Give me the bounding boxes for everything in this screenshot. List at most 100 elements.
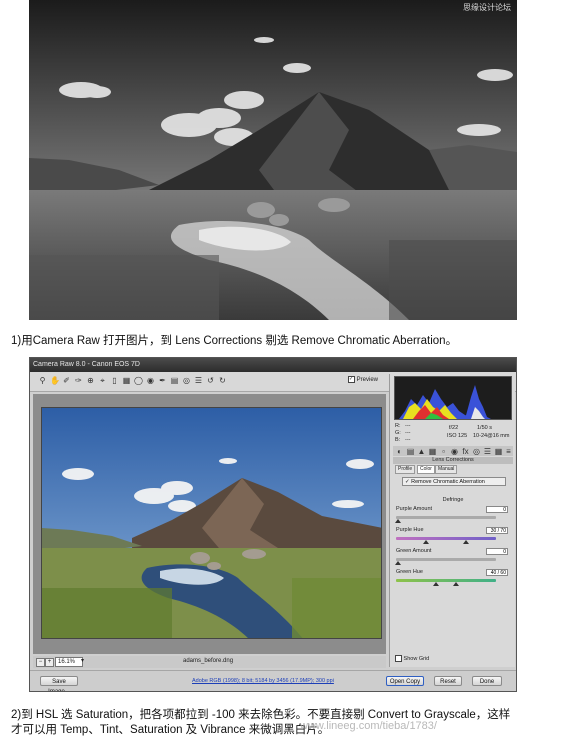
camera-raw-window: Camera Raw 8.0 - Canon EOS 7D ⚲ ✋ ✐ ✑ ⊕ … xyxy=(29,357,517,692)
hsl-panel-icon[interactable]: ▦ xyxy=(428,447,437,456)
targeted-adjust-tool-icon[interactable]: ⊕ xyxy=(86,376,95,385)
defringe-sliders: Purple Amount 0 Purple Hue 30 / 70 Green Amo… xyxy=(395,506,510,590)
lens-corrections-tabs: Profile Color Manual xyxy=(393,465,513,474)
checkbox-checked-icon: ✓ xyxy=(348,376,355,383)
rotate-right-icon[interactable]: ↻ xyxy=(218,376,227,385)
checkbox-icon xyxy=(395,655,402,662)
shutter-value: 1/50 s xyxy=(477,425,492,431)
remove-chromatic-aberration-checkbox[interactable]: ✓ Remove Chromatic Aberration xyxy=(402,477,506,486)
aperture-value: f/22 xyxy=(449,425,459,431)
show-grid-label: Show Grid xyxy=(403,655,430,662)
white-balance-tool-icon[interactable]: ✐ xyxy=(62,376,71,385)
b-value: --- xyxy=(405,437,411,443)
slider-row: Purple Amount 0 xyxy=(395,506,510,527)
focal-length-value: 10-24@16 mm xyxy=(473,433,510,439)
slider-thumb[interactable] xyxy=(395,519,401,523)
preview-checkbox[interactable]: ✓ Preview xyxy=(348,376,378,383)
show-grid-checkbox[interactable]: Show Grid xyxy=(395,655,429,662)
detail-panel-icon[interactable]: ▲ xyxy=(417,447,426,456)
slider-track[interactable] xyxy=(396,537,496,540)
slider-value-field[interactable]: 40 / 60 xyxy=(486,569,508,576)
r-value: --- xyxy=(405,423,411,429)
snapshots-icon[interactable]: ▦ xyxy=(494,447,503,456)
chevron-down-icon[interactable]: ▾ xyxy=(81,657,84,664)
iso-value: ISO 125 xyxy=(447,433,468,439)
color-landscape-photo xyxy=(41,407,382,639)
panel-menu-icon[interactable]: ≡ xyxy=(504,447,513,456)
watermark-logo: 思缘设计论坛 xyxy=(463,3,511,12)
zoom-out-icon[interactable]: − xyxy=(36,658,45,667)
slider-thumb[interactable] xyxy=(463,540,469,544)
panel-title: Lens Corrections xyxy=(393,457,513,464)
crop-tool-icon[interactable]: ⌖ xyxy=(98,376,107,385)
straighten-tool-icon[interactable]: ▯ xyxy=(110,376,119,385)
slider-label: Purple Amount xyxy=(396,506,433,512)
defringe-heading: Defringe xyxy=(442,497,464,503)
step2-instruction-line2: 才可以用 Temp、Tint、Saturation 及 Vibrance 来微调… xyxy=(11,724,330,736)
transform-tool-icon[interactable]: ▦ xyxy=(122,376,131,385)
slider-track[interactable] xyxy=(396,558,496,561)
zoom-bar: − + 16.1% ▾ adams_before.dng xyxy=(33,656,386,668)
red-eye-tool-icon[interactable]: ◉ xyxy=(146,376,155,385)
slider-track[interactable] xyxy=(396,516,496,519)
watermark-url: www.lineeg.com/tieba/1783/ xyxy=(300,720,437,732)
spot-removal-tool-icon[interactable]: ◯ xyxy=(134,376,143,385)
remove-ca-label: Remove Chromatic Aberration xyxy=(411,479,485,485)
slider-value-field[interactable]: 0 xyxy=(486,506,508,513)
lens-corrections-icon[interactable]: ◉ xyxy=(450,447,459,456)
color-sampler-tool-icon[interactable]: ✑ xyxy=(74,376,83,385)
panel-tab-icons: ◐ ▤ ▲ ▦ ▫ ◉ fx ◎ ☰ ▦ ≡ xyxy=(393,446,513,456)
done-button[interactable]: Done xyxy=(472,676,502,686)
slider-value-field[interactable]: 0 xyxy=(486,548,508,555)
tab-color[interactable]: Color xyxy=(417,465,435,474)
slider-track[interactable] xyxy=(396,579,496,582)
bottom-bar: Save Image... Adobe RGB (1998); 8 bit; 5… xyxy=(30,670,516,691)
hand-tool-icon[interactable]: ✋ xyxy=(50,376,60,385)
slider-label: Green Amount xyxy=(396,548,432,554)
slider-value-field[interactable]: 30 / 70 xyxy=(486,527,508,534)
tone-curve-icon[interactable]: ▤ xyxy=(406,447,415,456)
zoom-tool-icon[interactable]: ⚲ xyxy=(38,376,47,385)
preview-label: Preview xyxy=(356,377,379,384)
open-copy-button[interactable]: Open Copy xyxy=(386,676,424,686)
tab-profile[interactable]: Profile xyxy=(395,465,416,474)
r-label: R: xyxy=(395,423,401,429)
image-preview-area[interactable] xyxy=(33,394,386,654)
filename: adams_before.dng xyxy=(183,658,234,664)
split-toning-icon[interactable]: ▫ xyxy=(439,447,448,456)
effects-panel-icon[interactable]: fx xyxy=(461,447,470,456)
zoom-level-select[interactable]: 16.1% xyxy=(55,657,83,667)
reset-button[interactable]: Reset xyxy=(434,676,462,686)
save-image-button[interactable]: Save Image... xyxy=(40,676,78,691)
window-titlebar: Camera Raw 8.0 - Canon EOS 7D xyxy=(30,358,516,372)
slider-thumb[interactable] xyxy=(423,540,429,544)
camera-calibration-icon[interactable]: ◎ xyxy=(472,447,481,456)
slider-label: Purple Hue xyxy=(396,527,424,533)
zoom-in-icon[interactable]: + xyxy=(45,658,54,667)
adjustment-brush-icon[interactable]: ✒ xyxy=(158,376,167,385)
b-label: B: xyxy=(395,437,401,443)
radial-filter-icon[interactable]: ◎ xyxy=(182,376,191,385)
g-label: G: xyxy=(395,430,401,436)
slider-thumb[interactable] xyxy=(433,582,439,586)
checkbox-checked-icon: ✓ xyxy=(405,479,410,485)
rotate-left-icon[interactable]: ↺ xyxy=(206,376,215,385)
adjustment-panel: R: --- G: --- B: --- f/22 1/50 s ISO 125… xyxy=(389,374,515,667)
slider-row: Purple Hue 30 / 70 xyxy=(396,527,510,548)
preferences-icon[interactable]: ☰ xyxy=(194,376,203,385)
camera-info: R: --- G: --- B: --- f/22 1/50 s ISO 125… xyxy=(393,422,513,444)
basic-panel-icon[interactable]: ◐ xyxy=(395,447,404,456)
graduated-filter-icon[interactable]: ▤ xyxy=(170,376,179,385)
slider-label: Green Hue xyxy=(396,569,423,575)
presets-icon[interactable]: ☰ xyxy=(483,447,492,456)
g-value: --- xyxy=(405,430,411,436)
slider-row: Green Amount 0 xyxy=(395,548,510,569)
tab-manual[interactable]: Manual xyxy=(435,465,458,474)
slider-thumb[interactable] xyxy=(453,582,459,586)
step1-instruction: 1)用Camera Raw 打开图片，到 Lens Corrections 剔选… xyxy=(11,335,458,347)
bw-landscape-photo: 思缘设计论坛 xyxy=(29,0,517,320)
histogram xyxy=(394,376,512,420)
slider-thumb[interactable] xyxy=(395,561,401,565)
slider-row: Green Hue 40 / 60 xyxy=(396,569,510,590)
workflow-options-link[interactable]: Adobe RGB (1998); 8 bit; 5184 by 3456 (1… xyxy=(192,678,334,684)
